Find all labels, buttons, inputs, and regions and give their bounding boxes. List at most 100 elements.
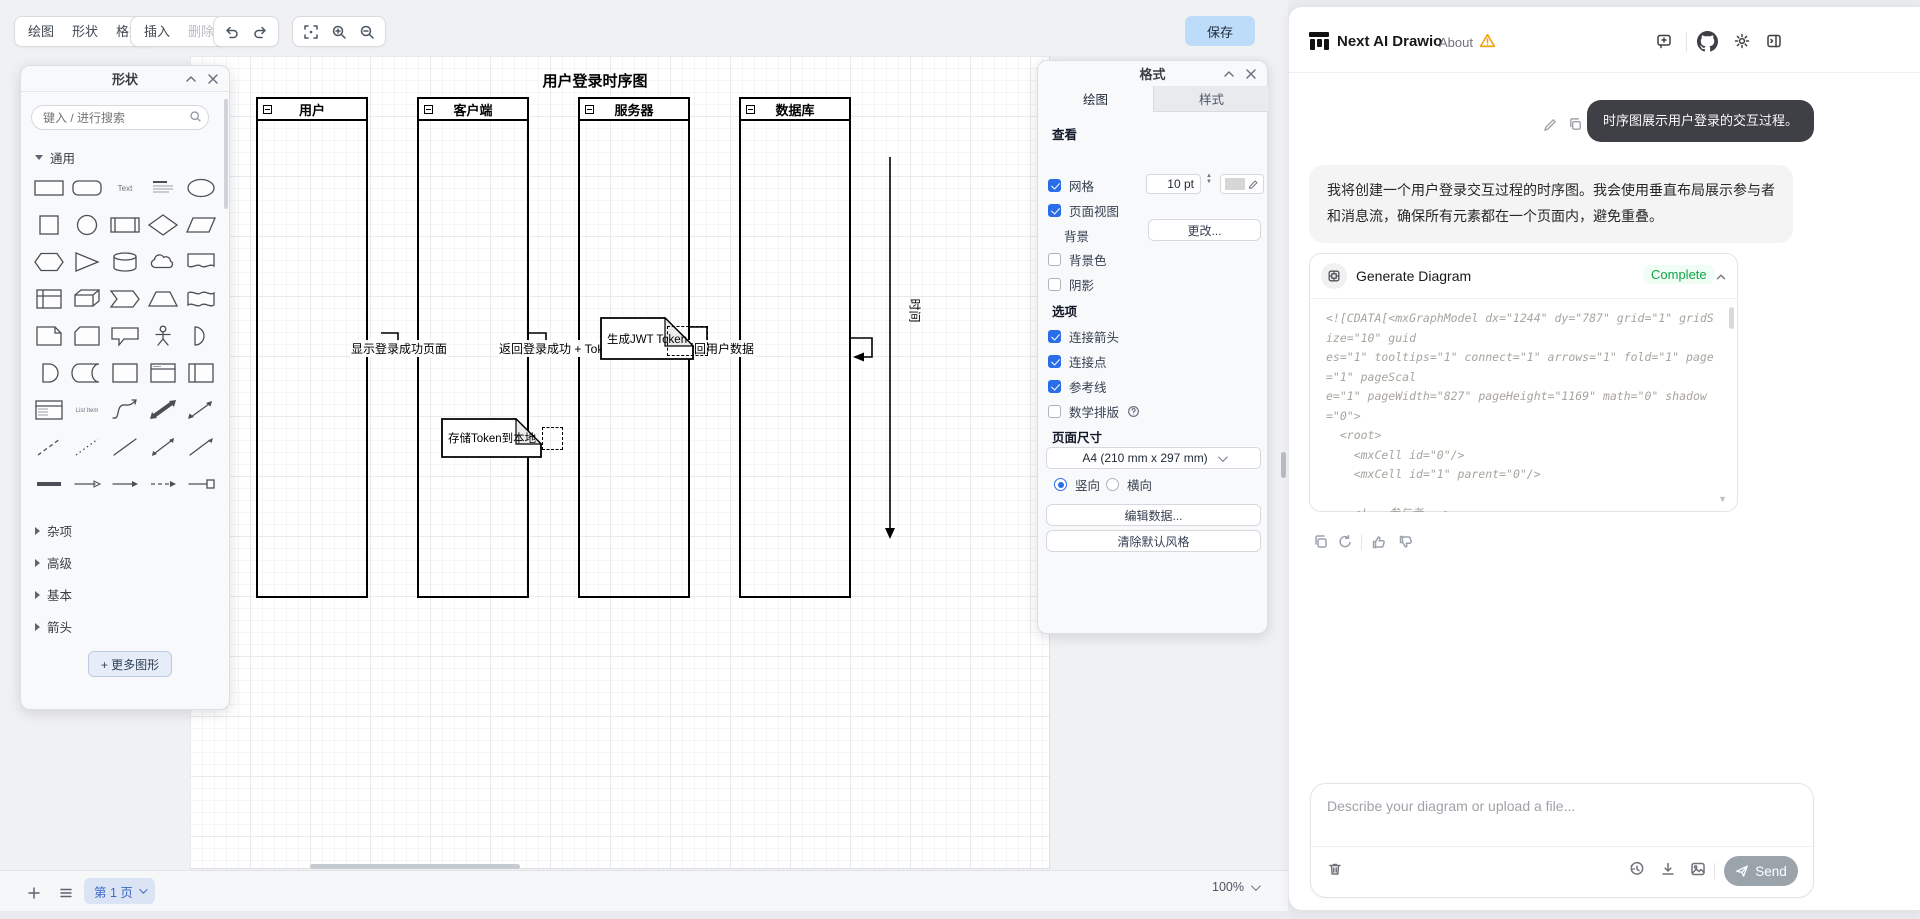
format-panel-title: 格式 <box>1139 67 1166 82</box>
grid-color-picker[interactable] <box>1220 174 1264 194</box>
generate-diagram-icon <box>1321 263 1347 289</box>
section-page-size: 页面尺寸 <box>1052 431 1103 445</box>
gear-icon[interactable] <box>1734 33 1752 51</box>
warning-icon[interactable] <box>1479 32 1496 54</box>
ai-chat-panel: Next AI Drawio About 时序图展示用户登录的交互过程。 我将创… <box>1288 6 1920 911</box>
toggle-panel-icon[interactable] <box>1766 33 1784 51</box>
code-block[interactable]: <![CDATA[<mxGraphModel dx="1244" dy="787… <box>1310 298 1739 512</box>
image-icon[interactable] <box>1690 861 1707 878</box>
canvas-horizontal-scrollbar[interactable] <box>310 864 520 869</box>
connection-arrows-checkbox[interactable] <box>1048 330 1061 343</box>
add-page-icon[interactable] <box>20 880 48 905</box>
bottom-bar: 第 1 页 100% <box>0 870 1288 911</box>
page-view-checkbox[interactable] <box>1048 204 1061 217</box>
copy-message-icon[interactable] <box>1568 117 1586 135</box>
menu-draw[interactable]: 绘图 <box>19 19 63 44</box>
mxgraph-code: <![CDATA[<mxGraphModel dx="1244" dy="787… <box>1326 311 1714 512</box>
regenerate-icon[interactable] <box>1337 534 1354 551</box>
generate-diagram-card[interactable]: Generate Diagram Complete <![CDATA[<mxGr… <box>1309 253 1739 512</box>
history-icon[interactable] <box>1629 861 1646 878</box>
undo-icon[interactable] <box>218 19 246 44</box>
app-window: 绘图 形状 格式 插入 删除 保存 用户登录时序图 用户 客户端 <box>0 0 1920 919</box>
toolbar-zoom-group <box>292 16 386 47</box>
menu-shape[interactable]: 形状 <box>63 19 107 44</box>
fit-view-icon[interactable] <box>297 19 325 44</box>
clear-chat-icon[interactable] <box>1327 861 1344 878</box>
shadow-checkbox[interactable] <box>1048 278 1061 291</box>
change-background-button[interactable]: 更改... <box>1148 219 1261 241</box>
guides-row[interactable]: 参考线 <box>1048 377 1107 396</box>
user-message-bubble: 时序图展示用户登录的交互过程。 <box>1586 100 1814 142</box>
section-arrows[interactable]: 箭头 <box>35 617 72 636</box>
collapse-panel-icon[interactable] <box>1221 66 1237 82</box>
insert-button[interactable]: 插入 <box>135 19 179 44</box>
about-link[interactable]: About <box>1439 35 1473 50</box>
feedback-icon[interactable] <box>1656 33 1674 51</box>
copy-response-icon[interactable] <box>1313 534 1330 551</box>
zoom-in-icon[interactable] <box>325 19 353 44</box>
page-size-select[interactable]: A4 (210 mm x 297 mm) <box>1046 447 1261 469</box>
header-divider <box>1686 32 1687 52</box>
grid-color-swatch <box>1225 178 1245 190</box>
tab-draw[interactable]: 绘图 <box>1038 86 1153 112</box>
code-scrollbar[interactable] <box>1729 307 1734 329</box>
background-color-checkbox-row[interactable]: 背景色 <box>1048 250 1107 269</box>
landscape-radio-row[interactable]: 横向 <box>1106 475 1152 494</box>
section-view: 查看 <box>1052 128 1078 142</box>
chevron-up-icon[interactable] <box>1714 270 1728 289</box>
note-store-token[interactable]: 存储Token到本地 <box>441 417 543 458</box>
connection-arrows-row[interactable]: 连接箭头 <box>1048 327 1119 346</box>
pages-menu-icon[interactable] <box>52 880 80 905</box>
edit-message-icon[interactable] <box>1543 117 1561 135</box>
canvas-area[interactable]: 用户登录时序图 用户 客户端 服务器 数据库 显示登录成功页面 返回登录成功 +… <box>0 56 1288 878</box>
thumbs-down-icon[interactable] <box>1398 534 1415 551</box>
input-actions-divider <box>1714 863 1715 879</box>
zoom-level-select[interactable]: 100% <box>1212 880 1261 894</box>
save-button[interactable]: 保存 <box>1185 16 1255 46</box>
section-options: 选项 <box>1052 305 1078 319</box>
connection-points-row[interactable]: 连接点 <box>1048 352 1107 371</box>
chevron-right-icon <box>35 622 40 631</box>
sequence-connectors <box>370 157 895 539</box>
editor-region: 绘图 形状 格式 插入 删除 保存 用户登录时序图 用户 客户端 <box>0 0 1288 911</box>
download-icon[interactable] <box>1660 861 1677 878</box>
clear-default-style-button[interactable]: 清除默认风格 <box>1046 530 1261 552</box>
tab-style[interactable]: 样式 <box>1153 86 1269 112</box>
shadow-checkbox-row[interactable]: 阴影 <box>1048 275 1094 294</box>
math-typesetting-row[interactable]: 数学排版 <box>1048 402 1140 421</box>
math-checkbox[interactable] <box>1048 405 1061 418</box>
grid-checkbox-row[interactable]: 网格 <box>1048 176 1094 195</box>
guides-checkbox[interactable] <box>1048 380 1061 393</box>
redo-icon[interactable] <box>246 19 274 44</box>
close-icon[interactable] <box>1243 66 1259 82</box>
grid-size-input[interactable]: 10 pt <box>1146 174 1201 194</box>
chevron-down-icon <box>139 885 148 894</box>
zoom-out-icon[interactable] <box>353 19 381 44</box>
more-shapes-button[interactable]: + 更多图形 <box>88 651 172 677</box>
chevron-down-icon <box>1250 880 1261 891</box>
tool-card-title: Generate Diagram <box>1356 268 1472 284</box>
chat-input-field[interactable] <box>1327 798 1787 814</box>
send-button[interactable]: Send <box>1724 856 1798 886</box>
background-color-checkbox[interactable] <box>1048 253 1061 266</box>
thumbs-up-icon[interactable] <box>1371 534 1388 551</box>
message-label-show-login-success[interactable]: 显示登录成功页面 <box>350 340 449 357</box>
grid-size-stepper[interactable]: ▲ ▼ <box>1204 173 1214 185</box>
toolbar-history-group <box>213 16 279 47</box>
help-icon[interactable] <box>1127 405 1140 418</box>
chat-input-container: Send <box>1310 783 1814 898</box>
panel-resize-handle[interactable] <box>1281 452 1286 478</box>
grid-checkbox[interactable] <box>1048 179 1061 192</box>
page-view-checkbox-row[interactable]: 页面视图 <box>1048 201 1119 220</box>
chat-header: Next AI Drawio About <box>1289 7 1920 73</box>
connection-points-checkbox[interactable] <box>1048 355 1061 368</box>
page-tab[interactable]: 第 1 页 <box>84 878 155 904</box>
edit-data-button[interactable]: 编辑数据... <box>1046 504 1261 526</box>
scroll-more-icon: ▼ <box>1718 494 1727 504</box>
portrait-radio[interactable] <box>1054 478 1067 491</box>
time-axis-label[interactable]: 时间 <box>907 298 924 322</box>
portrait-radio-row[interactable]: 竖向 <box>1054 475 1100 494</box>
landscape-radio[interactable] <box>1106 478 1119 491</box>
ai-message-bubble: 我将创建一个用户登录交互过程的时序图。我会使用垂直布局展示参与者和消息流，确保所… <box>1309 165 1793 243</box>
github-icon[interactable] <box>1697 31 1718 52</box>
